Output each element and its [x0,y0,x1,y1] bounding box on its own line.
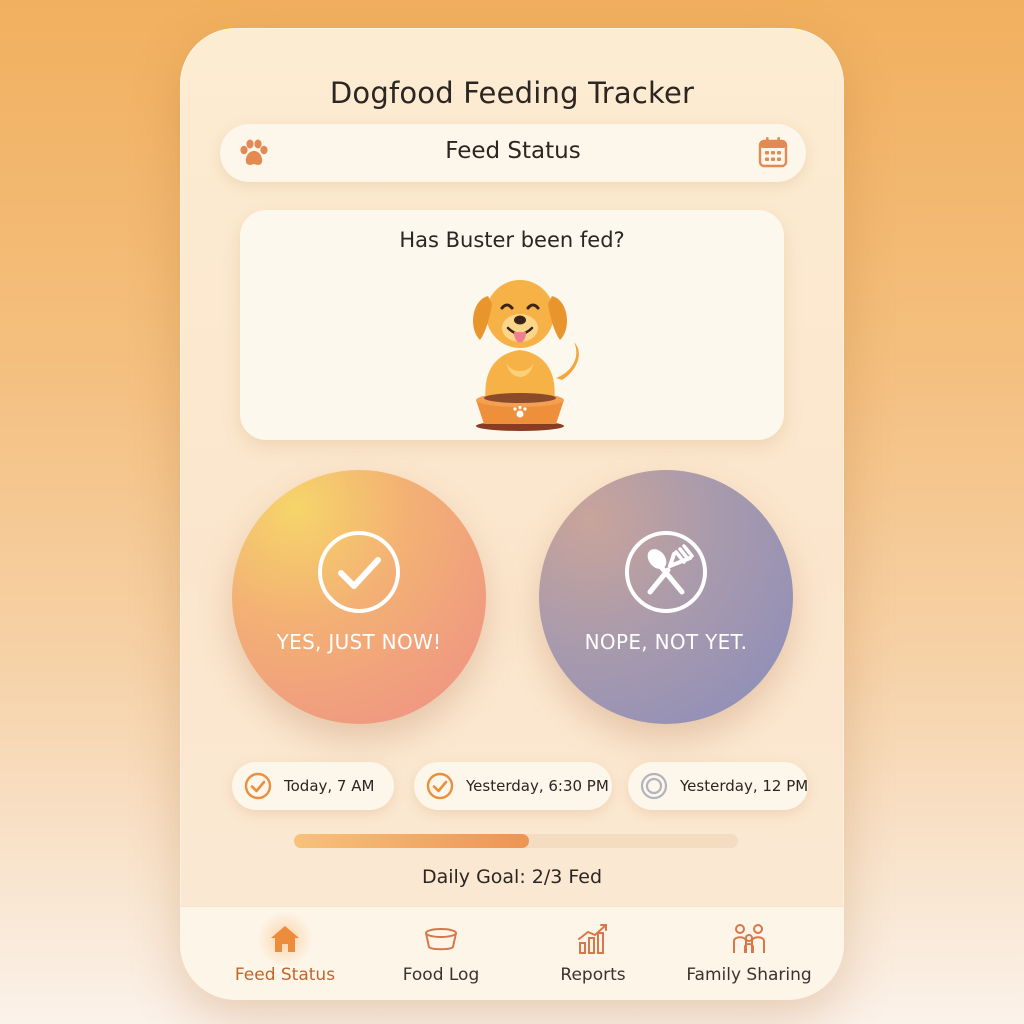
not-fed-button[interactable]: NOPE, NOT YET. [539,470,793,724]
feed-status-bar[interactable]: Feed Status [220,124,806,182]
family-icon [733,924,765,953]
nav-item-reports[interactable]: Reports [513,907,673,1000]
app-window: Dogfood Feeding Tracker Feed Status Has … [180,28,844,1000]
nav-item-family-sharing[interactable]: Family Sharing [669,907,829,1000]
history-chip[interactable]: Yesterday, 12 PM [628,762,808,810]
nav-item-feed-status[interactable]: Feed Status [205,907,365,1000]
chart-icon [578,924,607,954]
check-circle-icon [244,772,272,800]
nav-label: Family Sharing [686,965,812,985]
history-chip[interactable]: Today, 7 AM [232,762,394,810]
app-title: Dogfood Feeding Tracker [329,76,695,110]
yes-fed-label: YES, JUST NOW! [276,630,442,654]
check-circle-icon [318,531,400,613]
daily-goal-progress-fill [294,834,530,848]
nav-label: Reports [560,965,626,985]
dog-illustration [473,280,579,431]
nav-item-food-log[interactable]: Food Log [361,907,521,1000]
daily-goal-progress-bar [294,834,738,848]
calendar-icon[interactable] [758,136,788,168]
question-card: Has Buster been fed? [240,210,784,440]
history-chip[interactable]: Yesterday, 6:30 PM [414,762,612,810]
history-time: Today, 7 AM [284,777,375,795]
bowl-icon [425,928,457,951]
bottom-nav: Feed Status Food Log Reports Family Shar… [180,906,844,1000]
history-time: Yesterday, 6:30 PM [466,777,609,795]
history-time: Yesterday, 12 PM [680,777,809,795]
check-circle-icon [426,772,454,800]
empty-circle-icon [640,772,668,800]
not-fed-label: NOPE, NOT YET. [584,630,748,654]
utensils-circle-icon [625,531,707,613]
nav-label: Feed Status [234,965,336,985]
home-icon [271,926,299,952]
nav-label: Food Log [402,965,480,985]
feeding-question: Has Buster been fed? [399,228,625,252]
yes-fed-button[interactable]: YES, JUST NOW! [232,470,486,724]
feed-status-label: Feed Status [445,138,581,164]
daily-goal-text: Daily Goal: 2/3 Fed [421,866,603,888]
